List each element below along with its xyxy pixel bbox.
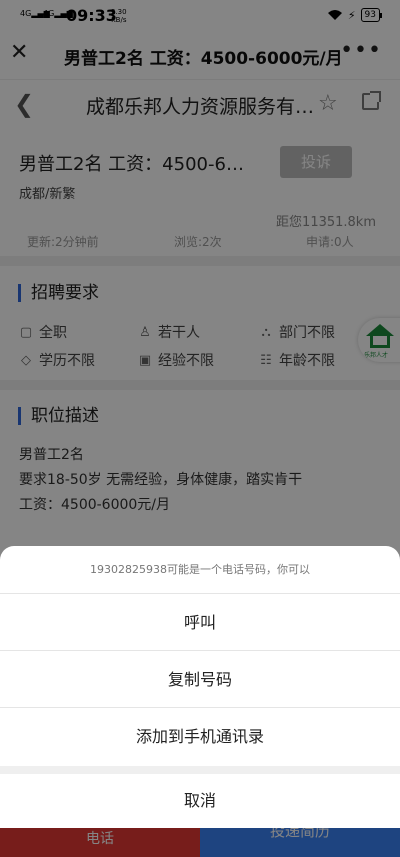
action-sheet-hint: 19302825938可能是一个电话号码，你可以	[0, 546, 400, 594]
divider	[0, 766, 400, 774]
copy-number-option[interactable]: 复制号码	[0, 651, 400, 708]
add-contact-option[interactable]: 添加到手机通讯录	[0, 708, 400, 765]
call-option[interactable]: 呼叫	[0, 594, 400, 651]
cancel-button[interactable]: 取消	[0, 774, 400, 828]
action-sheet: 19302825938可能是一个电话号码，你可以 呼叫 复制号码 添加到手机通讯…	[0, 546, 400, 828]
